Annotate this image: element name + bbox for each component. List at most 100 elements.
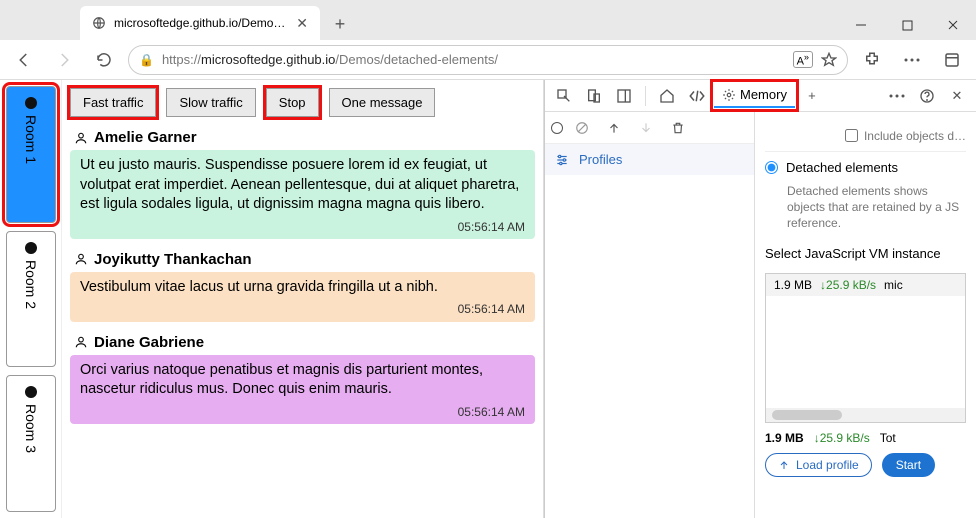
devtools-toolbar: Memory + ✕ xyxy=(545,80,976,112)
horizontal-scrollbar[interactable] xyxy=(766,408,965,422)
total-size: 1.9 MB xyxy=(765,431,804,445)
include-objects-checkbox[interactable]: Include objects d… xyxy=(845,129,966,143)
user-icon xyxy=(74,131,88,145)
message-time: 05:56:14 AM xyxy=(80,404,525,420)
url-text: https://microsoftedge.github.io/Demos/de… xyxy=(162,52,785,67)
help-icon[interactable] xyxy=(914,83,940,109)
sliders-icon xyxy=(555,153,569,167)
devtools-right-column: Include objects d… Detached elements Det… xyxy=(755,112,976,518)
forward-button[interactable] xyxy=(48,44,80,76)
memory-tab-label: Memory xyxy=(740,87,787,102)
message-text: Orci varius natoque penatibus et magnis … xyxy=(80,361,525,400)
vm-rate: ↓25.9 kB/s xyxy=(820,278,876,292)
profiles-item[interactable]: Profiles xyxy=(545,144,754,175)
room-label: Room 1 xyxy=(23,115,39,164)
detached-label: Detached elements xyxy=(786,160,898,175)
elements-tab-icon[interactable] xyxy=(684,83,710,109)
address-bar[interactable]: 🔒 https://microsoftedge.github.io/Demos/… xyxy=(128,45,848,75)
room-3[interactable]: Room 3 xyxy=(6,375,56,512)
record-icon[interactable] xyxy=(551,122,563,134)
window-controls xyxy=(838,10,976,40)
message-item: Amelie Garner Ut eu justo mauris. Suspen… xyxy=(70,129,535,239)
room-label: Room 2 xyxy=(23,260,39,309)
total-rate: ↓25.9 kB/s xyxy=(814,431,870,445)
message-time: 05:56:14 AM xyxy=(80,301,525,317)
new-tab-button[interactable]: + xyxy=(326,10,354,38)
clear-icon[interactable] xyxy=(569,115,595,141)
room-content: Fast traffic Slow traffic Stop One messa… xyxy=(62,80,543,518)
welcome-tab-icon[interactable] xyxy=(654,83,680,109)
maximize-button[interactable] xyxy=(884,10,930,40)
status-dot xyxy=(25,242,37,254)
checkbox-input[interactable] xyxy=(845,129,858,142)
room-2[interactable]: Room 2 xyxy=(6,231,56,368)
device-toggle-icon[interactable] xyxy=(581,83,607,109)
message-text: Ut eu justo mauris. Suspendisse posuere … xyxy=(80,156,525,215)
vm-instance-list[interactable]: 1.9 MB ↓25.9 kB/s mic xyxy=(765,273,966,423)
start-button[interactable]: Start xyxy=(882,453,935,477)
favorite-icon[interactable] xyxy=(821,52,837,68)
status-dot xyxy=(25,386,37,398)
refresh-button[interactable] xyxy=(88,44,120,76)
author-name: Joyikutty Thankachan xyxy=(94,251,252,268)
devtools-left-column: Profiles xyxy=(545,112,755,518)
fast-traffic-button[interactable]: Fast traffic xyxy=(70,88,156,117)
total-label: Tot xyxy=(880,431,896,445)
message-body: Orci varius natoque penatibus et magnis … xyxy=(70,355,535,424)
more-tools-icon[interactable] xyxy=(884,83,910,109)
gear-icon xyxy=(722,88,736,102)
trash-icon[interactable] xyxy=(665,115,691,141)
memory-stats: 1.9 MB ↓25.9 kB/s Tot xyxy=(765,431,966,445)
room-label: Room 3 xyxy=(23,404,39,453)
minimize-button[interactable] xyxy=(838,10,884,40)
one-message-button[interactable]: One message xyxy=(329,88,436,117)
user-icon xyxy=(74,335,88,349)
extensions-icon[interactable] xyxy=(856,44,888,76)
author-name: Amelie Garner xyxy=(94,129,197,146)
globe-icon xyxy=(92,16,106,30)
reading-aloud-icon[interactable]: A» xyxy=(793,51,813,69)
message-body: Vestibulum vitae lacus ut urna gravida f… xyxy=(70,272,535,322)
devtools-close-icon[interactable]: ✕ xyxy=(944,83,970,109)
lock-icon: 🔒 xyxy=(139,53,154,67)
back-button[interactable] xyxy=(8,44,40,76)
dock-side-icon[interactable] xyxy=(611,83,637,109)
room-1[interactable]: Room 1 xyxy=(6,86,56,223)
browser-tab[interactable]: microsoftedge.github.io/Demos/c ✕ xyxy=(80,6,320,40)
profiles-label: Profiles xyxy=(579,152,622,167)
radio-input[interactable] xyxy=(765,161,778,174)
inspect-element-icon[interactable] xyxy=(551,83,577,109)
upload-icon xyxy=(778,459,790,471)
message-list: Amelie Garner Ut eu justo mauris. Suspen… xyxy=(62,125,543,518)
close-window-button[interactable] xyxy=(930,10,976,40)
memory-tab[interactable]: Memory xyxy=(714,83,795,108)
upload-icon[interactable] xyxy=(601,115,627,141)
message-item: Joyikutty Thankachan Vestibulum vitae la… xyxy=(70,251,535,322)
status-dot xyxy=(25,97,37,109)
more-icon[interactable] xyxy=(896,44,928,76)
devtools-panel: Memory + ✕ Profiles xyxy=(544,80,976,518)
controls-row: Fast traffic Slow traffic Stop One messa… xyxy=(62,80,543,125)
message-item: Diane Gabriene Orci varius natoque penat… xyxy=(70,334,535,424)
detached-elements-option[interactable]: Detached elements xyxy=(765,160,966,175)
load-label: Load profile xyxy=(796,458,859,472)
profile-toolbar xyxy=(545,112,754,144)
slow-traffic-button[interactable]: Slow traffic xyxy=(166,88,255,117)
stop-button[interactable]: Stop xyxy=(266,88,319,117)
tab-close-icon[interactable]: ✕ xyxy=(296,15,308,32)
message-text: Vestibulum vitae lacus ut urna gravida f… xyxy=(80,278,525,298)
download-icon[interactable] xyxy=(633,115,659,141)
add-tab-icon[interactable]: + xyxy=(799,83,825,109)
tab-title: microsoftedge.github.io/Demos/c xyxy=(114,16,288,30)
message-body: Ut eu justo mauris. Suspendisse posuere … xyxy=(70,150,535,239)
vm-row[interactable]: 1.9 MB ↓25.9 kB/s mic xyxy=(766,274,965,296)
vm-target: mic xyxy=(884,278,903,292)
author-name: Diane Gabriene xyxy=(94,334,204,351)
load-profile-button[interactable]: Load profile xyxy=(765,453,872,477)
vm-instance-label: Select JavaScript VM instance xyxy=(765,246,966,261)
message-time: 05:56:14 AM xyxy=(80,219,525,235)
room-sidebar: Room 1 Room 2 Room 3 xyxy=(0,80,62,518)
demo-app: Room 1 Room 2 Room 3 Fast traffic Slow t… xyxy=(0,80,544,518)
include-label: Include objects d… xyxy=(864,129,966,143)
collections-icon[interactable] xyxy=(936,44,968,76)
